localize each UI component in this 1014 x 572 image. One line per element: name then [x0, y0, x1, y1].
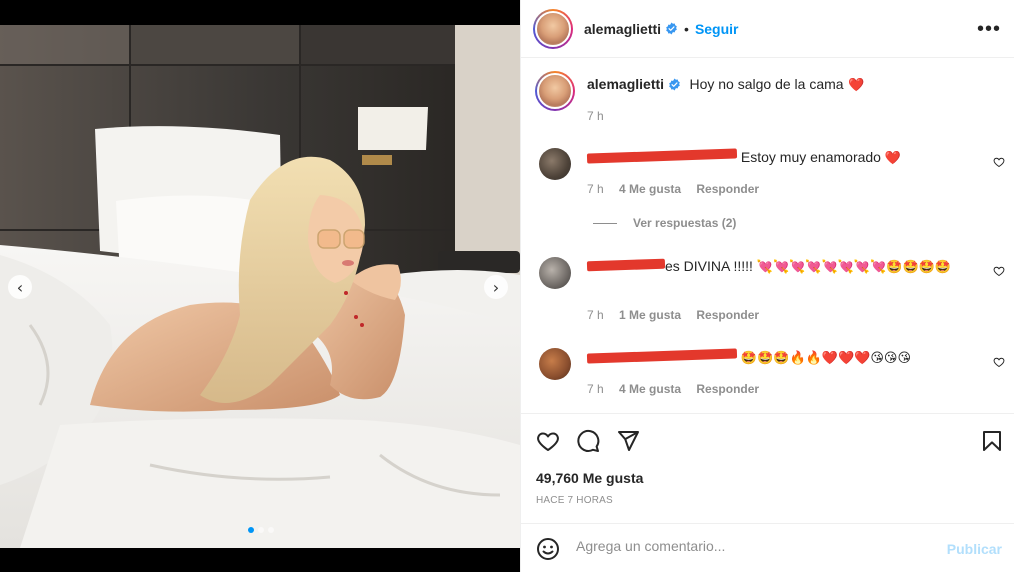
- carousel-dot: [248, 527, 254, 533]
- comment-time[interactable]: 7 h: [587, 308, 604, 322]
- comment-emoji: 🤩🤩🤩🔥🔥❤️❤️❤️😘😘😘: [740, 351, 912, 366]
- comment-body: 🤩🤩🤩🔥🔥❤️❤️❤️😘😘😘: [586, 348, 987, 368]
- comment-text: Estoy muy enamorado: [740, 149, 881, 165]
- commenter-avatar[interactable]: [539, 257, 571, 289]
- post-photo[interactable]: [0, 25, 520, 548]
- carousel-next-button[interactable]: ›: [484, 275, 508, 299]
- comment-time[interactable]: 7 h: [587, 182, 604, 196]
- redacted-username: [586, 348, 738, 364]
- comment-likes[interactable]: 4 Me gusta: [619, 382, 681, 396]
- carousel-dot: [268, 527, 274, 533]
- caption-avatar[interactable]: [535, 71, 575, 111]
- replies-divider: [593, 222, 617, 224]
- share-send-icon[interactable]: [616, 429, 640, 453]
- view-replies-label: Ver respuestas (2): [633, 216, 737, 230]
- caption-body: alemaglietti Hoy no salgo de la cama ❤️: [587, 76, 987, 94]
- bookmark-icon[interactable]: [980, 429, 1004, 453]
- like-comment-heart-icon[interactable]: [993, 265, 1005, 277]
- comment-meta: 7 h 1 Me gusta Responder: [587, 308, 771, 322]
- author-username[interactable]: alemaglietti: [584, 21, 661, 37]
- reply-button[interactable]: Responder: [696, 182, 759, 196]
- verified-badge-icon: [666, 22, 677, 35]
- chevron-right-icon: ›: [492, 277, 500, 297]
- post-media: ‹ ›: [0, 0, 520, 572]
- photo-illustration: [0, 25, 520, 548]
- comment-meta: 7 h 4 Me gusta Responder: [587, 182, 771, 196]
- post-time-ago[interactable]: HACE 7 HORAS: [536, 495, 613, 506]
- caption-text: Hoy no salgo de la cama: [689, 76, 844, 92]
- chevron-left-icon: ‹: [16, 277, 24, 297]
- comment-time[interactable]: 7 h: [587, 382, 604, 396]
- comment-text: es DIVINA !!!!!: [665, 258, 753, 274]
- separator-dot: •: [684, 20, 689, 37]
- redacted-username: [586, 258, 666, 272]
- like-comment-heart-icon[interactable]: [993, 156, 1005, 168]
- carousel-prev-button[interactable]: ‹: [8, 275, 32, 299]
- verified-badge-icon: [669, 78, 680, 91]
- like-comment-heart-icon[interactable]: [993, 356, 1005, 368]
- avatar-image: [537, 73, 573, 109]
- post-viewer: ‹ › alemaglietti • Seguir ••• alemagliet…: [0, 0, 1014, 572]
- comment-body: Estoy muy enamorado ❤️: [586, 148, 987, 168]
- caption-username[interactable]: alemaglietti: [587, 76, 664, 92]
- comment-emoji: 💘💘💘💘💘💘💘💘🤩🤩🤩🤩: [756, 260, 952, 275]
- view-replies-button[interactable]: Ver respuestas (2): [593, 216, 736, 230]
- comment-likes[interactable]: 4 Me gusta: [619, 182, 681, 196]
- carousel-indicator: [248, 527, 274, 533]
- redacted-username: [586, 148, 738, 164]
- header-info: alemaglietti • Seguir: [584, 21, 739, 37]
- comment-meta: 7 h 4 Me gusta Responder: [587, 382, 771, 396]
- author-avatar[interactable]: [533, 8, 573, 49]
- reply-button[interactable]: Responder: [696, 308, 759, 322]
- comment-input[interactable]: [576, 538, 936, 554]
- comment-likes[interactable]: 1 Me gusta: [619, 308, 681, 322]
- comment-emoji: ❤️: [884, 151, 902, 166]
- likes-count[interactable]: 49,760 Me gusta: [536, 470, 643, 486]
- publish-button[interactable]: Publicar: [947, 541, 1002, 557]
- more-options-icon[interactable]: •••: [977, 18, 1001, 41]
- follow-button[interactable]: Seguir: [695, 21, 739, 37]
- avatar-image: [535, 10, 571, 47]
- add-comment-bar: Publicar: [520, 523, 1014, 572]
- heart-emoji: ❤️: [848, 78, 865, 93]
- like-heart-icon[interactable]: [536, 429, 560, 453]
- post-actions: 49,760 Me gusta HACE 7 HORAS: [520, 413, 1014, 523]
- commenter-avatar[interactable]: [539, 148, 571, 180]
- comment-body: es DIVINA !!!!! 💘💘💘💘💘💘💘💘🤩🤩🤩🤩: [586, 257, 987, 277]
- comment-bubble-icon[interactable]: [576, 429, 600, 453]
- emoji-smiley-icon[interactable]: [536, 537, 560, 561]
- reply-button[interactable]: Responder: [696, 382, 759, 396]
- commenter-avatar[interactable]: [539, 348, 571, 380]
- caption-time[interactable]: 7 h: [587, 109, 604, 123]
- carousel-dot: [258, 527, 264, 533]
- post-header: alemaglietti • Seguir •••: [521, 0, 1014, 58]
